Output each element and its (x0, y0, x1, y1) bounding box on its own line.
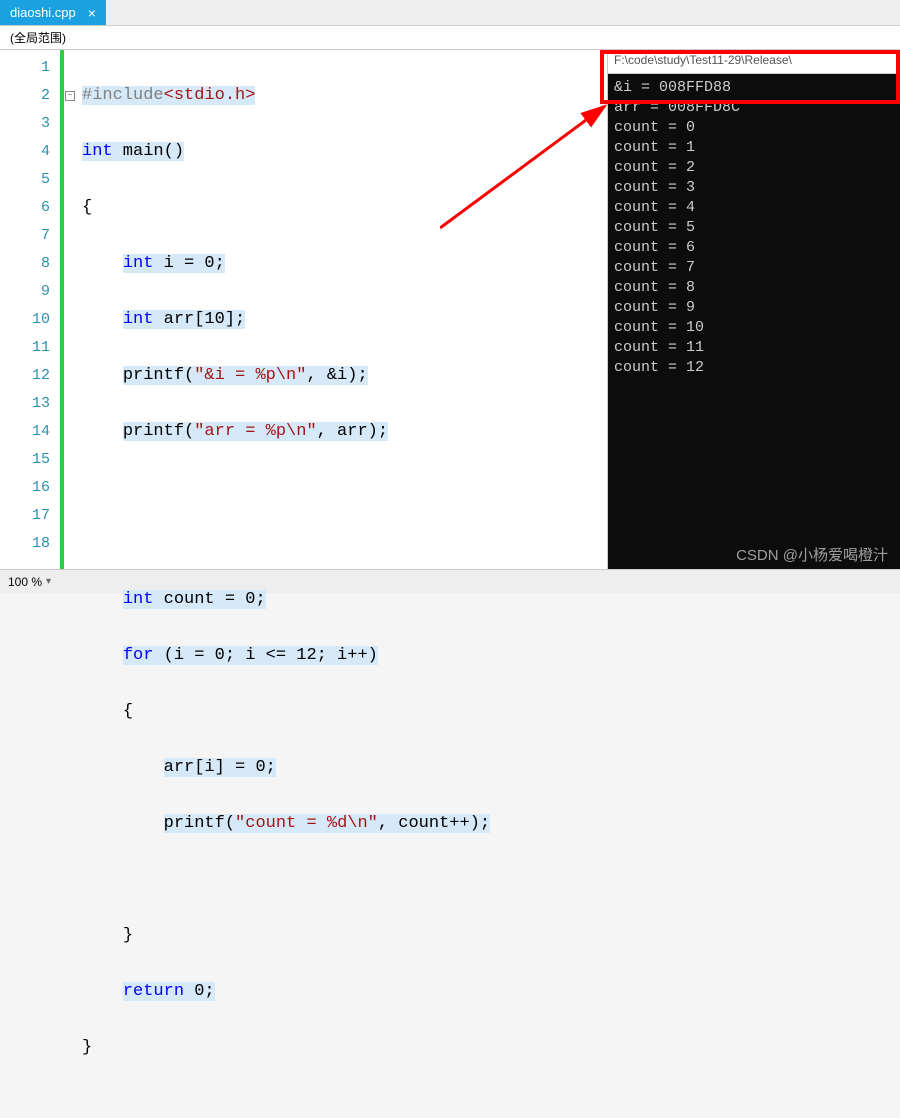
console-output[interactable]: &i = 008FFD88 arr = 008FFD8C count = 0 c… (608, 74, 900, 569)
code-line (82, 474, 607, 502)
console-panel: F:\code\study\Test11-29\Release\ &i = 00… (608, 50, 900, 569)
line-number: 13 (0, 390, 50, 418)
line-number: 8 (0, 250, 50, 278)
code-editor[interactable]: 1 2 3 4 5 6 7 8 9 10 11 12 13 14 15 16 1… (0, 50, 608, 569)
code-line: int arr[10]; (82, 306, 607, 334)
zoom-level[interactable]: 100 % (8, 575, 42, 589)
console-line: count = 0 (614, 118, 894, 138)
code-line (82, 866, 607, 894)
code-line: printf("arr = %p\n", arr); (82, 418, 607, 446)
code-line: int count = 0; (82, 586, 607, 614)
line-number: 16 (0, 474, 50, 502)
line-number: 5 (0, 166, 50, 194)
console-line: count = 8 (614, 278, 894, 298)
line-number: 11 (0, 334, 50, 362)
console-line: count = 10 (614, 318, 894, 338)
line-number: 4 (0, 138, 50, 166)
scope-dropdown[interactable]: (全局范围) (0, 26, 900, 50)
line-number: 2 (0, 82, 50, 110)
line-number: 15 (0, 446, 50, 474)
code-line: return 0; (82, 978, 607, 1006)
watermark: CSDN @小杨爱喝橙汁 (736, 544, 888, 565)
console-line: &i = 008FFD88 (614, 78, 894, 98)
scope-label: (全局范围) (10, 31, 66, 45)
code-line: int main() (82, 138, 607, 166)
code-area[interactable]: #include<stdio.h> int main() { int i = 0… (78, 50, 607, 569)
fold-column: − (64, 50, 78, 569)
line-number: 17 (0, 502, 50, 530)
code-line: for (i = 0; i <= 12; i++) (82, 642, 607, 670)
chevron-down-icon[interactable]: ▾ (46, 576, 51, 587)
tab-filename: diaoshi.cpp (10, 5, 76, 20)
code-line (82, 530, 607, 558)
console-line: count = 11 (614, 338, 894, 358)
line-number: 3 (0, 110, 50, 138)
tab-bar: diaoshi.cpp × (0, 0, 900, 26)
code-line: } (82, 922, 607, 950)
line-number: 9 (0, 278, 50, 306)
line-number-gutter: 1 2 3 4 5 6 7 8 9 10 11 12 13 14 15 16 1… (0, 50, 60, 569)
console-line: count = 7 (614, 258, 894, 278)
line-number: 14 (0, 418, 50, 446)
code-line: printf("&i = %p\n", &i); (82, 362, 607, 390)
line-number: 10 (0, 306, 50, 334)
code-line: { (82, 698, 607, 726)
console-line: count = 12 (614, 358, 894, 378)
code-line: #include<stdio.h> (82, 82, 607, 110)
console-path: F:\code\study\Test11-29\Release\ (614, 53, 792, 67)
code-line: } (82, 1034, 607, 1062)
console-line: count = 9 (614, 298, 894, 318)
code-line: printf("count = %d\n", count++); (82, 810, 607, 838)
line-number: 7 (0, 222, 50, 250)
code-line: int i = 0; (82, 250, 607, 278)
fold-toggle-icon[interactable]: − (65, 91, 75, 101)
console-line: arr = 008FFD8C (614, 98, 894, 118)
line-number: 18 (0, 530, 50, 558)
line-number: 12 (0, 362, 50, 390)
code-line: { (82, 194, 607, 222)
console-line: count = 5 (614, 218, 894, 238)
code-line: arr[i] = 0; (82, 754, 607, 782)
console-title: F:\code\study\Test11-29\Release\ (608, 50, 900, 74)
line-number: 1 (0, 54, 50, 82)
console-line: count = 6 (614, 238, 894, 258)
console-line: count = 2 (614, 158, 894, 178)
line-number: 6 (0, 194, 50, 222)
file-tab[interactable]: diaoshi.cpp × (0, 0, 106, 25)
console-line: count = 4 (614, 198, 894, 218)
console-line: count = 3 (614, 178, 894, 198)
main-area: 1 2 3 4 5 6 7 8 9 10 11 12 13 14 15 16 1… (0, 50, 900, 569)
close-icon[interactable]: × (88, 5, 96, 21)
console-line: count = 1 (614, 138, 894, 158)
